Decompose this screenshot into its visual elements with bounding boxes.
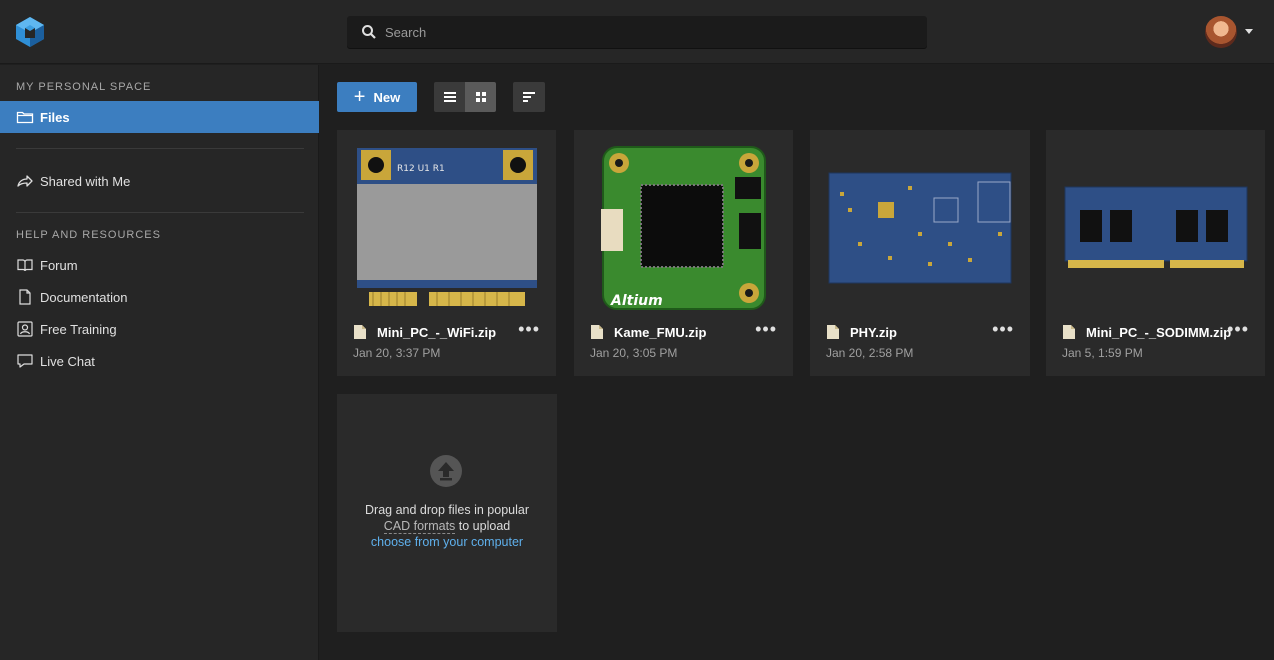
chat-icon (17, 354, 33, 368)
upload-instructions: Drag and drop files in popular CAD forma… (337, 502, 557, 550)
list-icon (443, 92, 456, 102)
sidebar-item-label: Free Training (40, 321, 117, 337)
pcb-preview-image (828, 172, 1012, 283)
file-thumbnail: Altium (574, 140, 793, 315)
file-date: Jan 20, 2:58 PM (826, 346, 914, 360)
share-icon (17, 175, 33, 187)
sidebar-item-label: Live Chat (40, 353, 95, 369)
new-button[interactable]: + New (337, 82, 417, 112)
zip-file-icon (354, 325, 366, 339)
file-thumbnail: R12 U1 R1 (337, 140, 556, 315)
sidebar-item-label: Forum (40, 257, 78, 273)
sidebar-item-files[interactable]: Files (0, 101, 319, 133)
upload-icon (430, 455, 462, 487)
app-logo-icon[interactable] (14, 16, 46, 48)
zip-file-icon (1063, 325, 1075, 339)
file-name[interactable]: Kame_FMU.zip (590, 324, 706, 340)
svg-text:Altium: Altium (610, 293, 663, 309)
search-icon (362, 25, 376, 39)
file-card[interactable]: PHY.zip Jan 20, 2:58 PM ••• (810, 130, 1030, 376)
more-options-icon[interactable]: ••• (755, 320, 777, 338)
divider (16, 212, 304, 213)
user-avatar[interactable] (1205, 16, 1237, 48)
folder-icon (16, 111, 34, 124)
section-title-help: HELP AND RESOURCES (16, 229, 161, 241)
sidebar-item-documentation[interactable]: Documentation (0, 281, 319, 313)
file-card[interactable]: Altium Kame_FMU.zip Jan 20, 3:05 PM ••• (574, 130, 793, 376)
file-name[interactable]: PHY.zip (826, 324, 897, 340)
sidebar-item-label: Shared with Me (40, 173, 131, 189)
sidebar-item-label: Files (40, 109, 70, 125)
file-date: Jan 20, 3:05 PM (590, 346, 678, 360)
sidebar-item-live-chat[interactable]: Live Chat (0, 345, 319, 377)
plus-icon: + (353, 86, 366, 108)
divider (16, 148, 304, 149)
svg-text:R12 U1 R1: R12 U1 R1 (397, 164, 445, 174)
file-name[interactable]: Mini_PC_-_SODIMM.zip (1062, 324, 1231, 340)
upload-line-1: Drag and drop files in popular (365, 503, 529, 517)
file-date: Jan 20, 3:37 PM (353, 346, 441, 360)
sidebar-item-forum[interactable]: Forum (0, 249, 319, 281)
pcb-preview-image: R12 U1 R1 (356, 147, 537, 306)
more-options-icon[interactable]: ••• (1227, 320, 1249, 338)
list-view-button[interactable] (434, 82, 465, 112)
section-title-personal: MY PERSONAL SPACE (16, 81, 152, 93)
document-icon (19, 289, 31, 305)
file-date: Jan 5, 1:59 PM (1062, 346, 1143, 360)
top-bar (0, 0, 1274, 64)
grid-icon (475, 92, 486, 102)
choose-from-computer-link[interactable]: choose from your computer (337, 534, 557, 550)
view-toggle (434, 82, 496, 112)
sort-button[interactable] (513, 82, 545, 112)
pcb-preview-image (1064, 186, 1247, 268)
zip-file-icon (827, 325, 839, 339)
sidebar-item-training[interactable]: Free Training (0, 313, 319, 345)
sidebar-item-shared[interactable]: Shared with Me (0, 165, 319, 197)
file-thumbnail (1046, 140, 1265, 315)
file-card[interactable]: R12 U1 R1 Mini_PC_-_WiFi.zip Jan 20, 3:3… (337, 130, 556, 376)
training-icon (17, 321, 33, 337)
sort-icon (523, 92, 535, 102)
upload-line-2: CAD formats to upload (383, 519, 511, 534)
file-thumbnail (810, 140, 1030, 315)
cad-formats-link[interactable]: CAD formats (383, 519, 456, 534)
book-icon (17, 259, 33, 272)
main-content: + New R12 U1 R1 Mini_PC_-_WiFi.zip Jan 2… (320, 65, 1274, 660)
sidebar: MY PERSONAL SPACE Files Shared with Me H… (0, 65, 319, 660)
file-card[interactable]: Mini_PC_-_SODIMM.zip Jan 5, 1:59 PM ••• (1046, 130, 1265, 376)
new-button-label: New (373, 89, 401, 105)
caret-down-icon[interactable] (1245, 29, 1253, 34)
search-input[interactable] (385, 16, 905, 48)
zip-file-icon (591, 325, 603, 339)
sidebar-item-label: Documentation (40, 289, 128, 305)
file-name[interactable]: Mini_PC_-_WiFi.zip (353, 324, 496, 340)
search-bar[interactable] (347, 16, 927, 48)
grid-view-button[interactable] (465, 82, 496, 112)
upload-dropzone[interactable]: Drag and drop files in popular CAD forma… (337, 394, 557, 632)
pcb-preview-image: Altium (600, 145, 766, 310)
more-options-icon[interactable]: ••• (518, 320, 540, 338)
more-options-icon[interactable]: ••• (992, 320, 1014, 338)
